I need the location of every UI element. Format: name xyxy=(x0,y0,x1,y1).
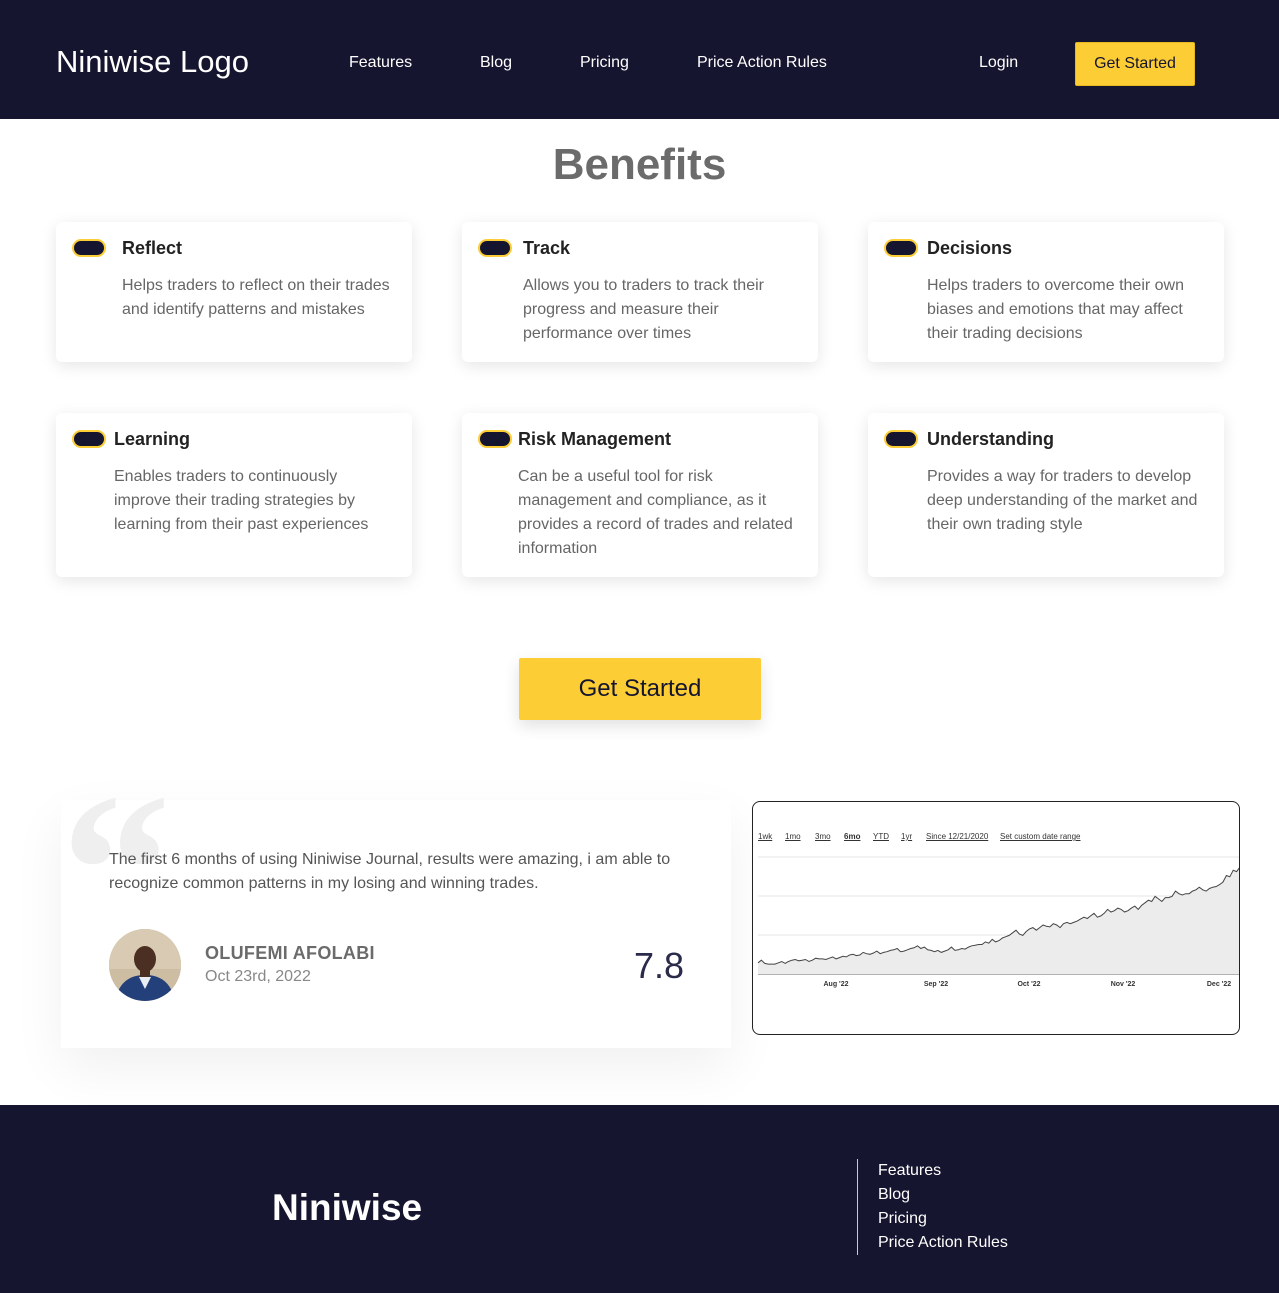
benefit-card-text: Enables traders to continuously improve … xyxy=(114,468,369,533)
benefit-card-text: Provides a way for traders to develop de… xyxy=(927,468,1198,533)
pill-icon xyxy=(884,430,918,448)
footer-divider xyxy=(857,1159,858,1255)
benefit-card-title: Track xyxy=(523,238,571,258)
benefit-card-text: Helps traders to overcome their own bias… xyxy=(927,277,1184,342)
benefit-card-text: Allows you to traders to track their pro… xyxy=(523,277,764,342)
testimonial-author: OLUFEMI AFOLABI xyxy=(205,943,375,963)
benefits-heading: Benefits xyxy=(552,140,727,189)
performance-chart: 1wk 1mo 3mo 6mo YTD 1yr Since 12/21/2020… xyxy=(752,801,1240,1035)
benefit-card-reflect: Reflect Helps traders to reflect on thei… xyxy=(56,222,412,362)
pill-icon xyxy=(478,239,512,257)
x-tick-label: Aug '22 xyxy=(823,981,848,988)
benefit-card-title: Risk Management xyxy=(518,429,672,449)
benefit-card-risk-management: Risk Management Can be a useful tool for… xyxy=(462,413,818,577)
avatar-portrait-icon xyxy=(109,929,181,1001)
benefit-card-track: Track Allows you to traders to track the… xyxy=(462,222,818,362)
benefit-card-title: Understanding xyxy=(927,429,1055,449)
benefit-card-learning: Learning Enables traders to continuously… xyxy=(56,413,412,577)
pill-icon xyxy=(478,430,512,448)
benefit-card-text: Can be a useful tool for risk management… xyxy=(518,468,793,557)
x-tick-label: Sep '22 xyxy=(924,981,948,988)
login-link[interactable]: Login xyxy=(979,54,1018,72)
testimonial-quote: The first 6 months of using Niniwise Jou… xyxy=(109,851,671,892)
x-tick-label: Nov '22 xyxy=(1111,981,1136,988)
chart-plot: Aug '22 Sep '22 Oct '22 Nov '22 Dec '22 xyxy=(757,856,1239,988)
footer-link-features[interactable]: Features xyxy=(878,1162,941,1180)
site-header: Niniwise Logo Features Blog Pricing Pric… xyxy=(0,0,1279,119)
benefit-card-decisions: Decisions Helps traders to overcome thei… xyxy=(868,222,1224,362)
x-tick-label: Dec '22 xyxy=(1207,981,1231,988)
nav-pricing[interactable]: Pricing xyxy=(580,54,629,72)
avatar xyxy=(109,929,181,1001)
site-footer: Niniwise Features Blog Pricing Price Act… xyxy=(0,1105,1279,1293)
x-tick-label: Oct '22 xyxy=(1017,981,1040,988)
footer-brand: Niniwise xyxy=(272,1187,423,1228)
benefit-card-title: Reflect xyxy=(122,238,183,258)
pill-icon xyxy=(72,239,106,257)
nav-blog[interactable]: Blog xyxy=(480,54,512,72)
footer-link-price-action-rules[interactable]: Price Action Rules xyxy=(878,1234,1008,1252)
footer-link-blog[interactable]: Blog xyxy=(878,1186,910,1204)
pill-icon xyxy=(72,430,106,448)
benefit-card-title: Decisions xyxy=(927,238,1013,258)
testimonial-card: “ The first 6 months of using Niniwise J… xyxy=(61,760,731,1048)
benefit-card-text: Helps traders to reflect on their trades… xyxy=(122,277,390,318)
get-started-button[interactable]: Get Started xyxy=(519,658,761,720)
benefit-card-understanding: Understanding Provides a way for traders… xyxy=(868,413,1224,577)
testimonial-date: Oct 23rd, 2022 xyxy=(205,968,311,985)
nav-price-action-rules[interactable]: Price Action Rules xyxy=(697,54,827,72)
benefit-card-title: Learning xyxy=(114,429,191,449)
footer-link-pricing[interactable]: Pricing xyxy=(878,1210,927,1228)
site-logo[interactable]: Niniwise Logo xyxy=(56,44,249,80)
testimonial-score: 7.8 xyxy=(634,945,685,986)
header-get-started-button[interactable]: Get Started xyxy=(1075,42,1195,86)
pill-icon xyxy=(884,239,918,257)
nav-features[interactable]: Features xyxy=(349,54,412,72)
